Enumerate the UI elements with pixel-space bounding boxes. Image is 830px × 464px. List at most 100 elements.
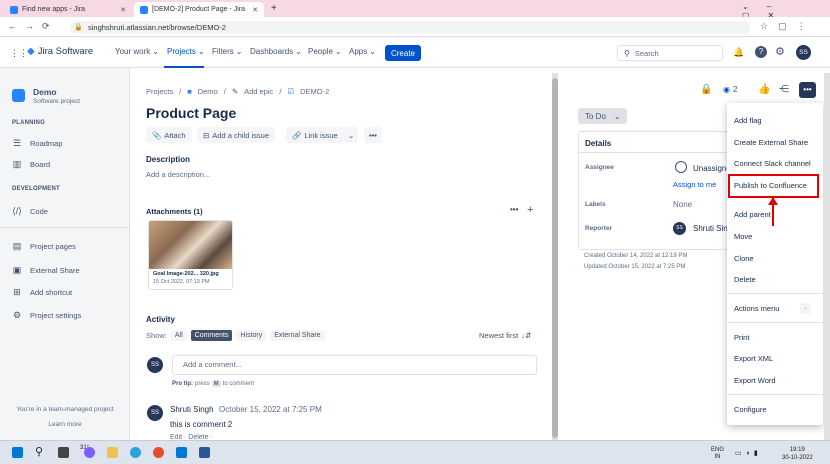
nav-arrows-icon[interactable]: ←→⟳ xyxy=(8,21,58,32)
menu-item-connect-slack[interactable]: Connect Slack channel xyxy=(734,159,811,168)
labels-value[interactable]: None xyxy=(673,200,692,209)
page-icon: ▤ xyxy=(12,241,22,251)
create-button[interactable]: Create xyxy=(385,45,421,61)
nav-label: Projects xyxy=(167,47,196,56)
comment-input[interactable]: Add a comment... xyxy=(172,355,537,375)
breadcrumb-issue-key[interactable]: DEMO-2 xyxy=(300,87,329,96)
mail-icon[interactable] xyxy=(176,447,187,458)
sidebar-item-add-shortcut[interactable]: ⊞ Add shortcut xyxy=(12,287,72,297)
assign-to-me-link[interactable]: Assign to me xyxy=(673,180,716,189)
chevron-down-icon: ⌄ xyxy=(295,47,302,56)
sidebar-item-board[interactable]: ▥ Board xyxy=(12,159,50,169)
add-attachment-icon[interactable]: + xyxy=(527,204,533,216)
search-input[interactable]: ⚲ Search xyxy=(617,45,723,61)
comment-date: October 15, 2022 at 7:25 PM xyxy=(219,405,322,414)
menu-item-configure[interactable]: Configure xyxy=(734,405,767,414)
new-tab-icon[interactable]: + xyxy=(271,3,277,14)
menu-item-export-xml[interactable]: Export XML xyxy=(734,354,773,363)
scrollbar-thumb[interactable] xyxy=(552,78,558,438)
filter-history[interactable]: History xyxy=(236,330,267,341)
pro-tip-suffix: to comment xyxy=(222,381,255,387)
edge-browser-icon[interactable] xyxy=(130,447,141,458)
search-icon[interactable]: ⚲ xyxy=(35,445,43,458)
breadcrumb-projects[interactable]: Projects xyxy=(146,87,173,96)
sidebar-item-roadmap[interactable]: ☰ Roadmap xyxy=(12,138,63,148)
notifications-icon[interactable]: 🔔 xyxy=(733,47,744,58)
attach-button[interactable]: 📎 Attach xyxy=(146,127,192,143)
browser-toolbar-icons[interactable]: ☆▢⋮ xyxy=(760,21,816,32)
input-language[interactable]: ENG IN xyxy=(711,447,724,461)
breadcrumb-add-epic[interactable]: Add epic xyxy=(244,87,273,96)
attachment-card[interactable]: Goal Image-202... 320.jpg 15 Oct 2022, 0… xyxy=(148,220,233,290)
task-view-icon[interactable] xyxy=(58,447,69,458)
menu-item-add-parent[interactable]: Add parent xyxy=(734,210,771,219)
menu-item-publish-to-confluence[interactable]: Publish to Confluence xyxy=(734,181,807,190)
menu-item-create-external-share[interactable]: Create External Share xyxy=(734,138,808,147)
gear-icon: ⚙ xyxy=(12,310,22,320)
chat-icon[interactable] xyxy=(84,447,95,458)
browser-tab[interactable]: Find new apps - Jira ✕ xyxy=(4,2,132,17)
menu-item-print[interactable]: Print xyxy=(734,333,749,342)
description-input[interactable]: Add a description... xyxy=(146,170,210,179)
menu-item-move[interactable]: Move xyxy=(734,232,752,241)
chrome-browser-icon[interactable] xyxy=(153,447,164,458)
system-tray-icons[interactable]: ▭◖▮ xyxy=(735,449,762,457)
menu-item-delete[interactable]: Delete xyxy=(734,275,756,284)
sidebar-item-project-pages[interactable]: ▤ Project pages xyxy=(12,241,76,251)
clock[interactable]: 19:19 30-10-2022 xyxy=(782,446,813,462)
windows-start-icon[interactable] xyxy=(12,447,23,458)
attachments-more-icon[interactable]: ••• xyxy=(510,205,518,214)
menu-item-actions-menu[interactable]: Actions menu xyxy=(734,304,779,313)
nav-people[interactable]: People ⌄ xyxy=(308,47,342,56)
add-child-issue-button[interactable]: ⊟ Add a child issue xyxy=(197,127,275,143)
nav-filters[interactable]: Filters ⌄ xyxy=(212,47,242,56)
logo-text: Jira Software xyxy=(37,46,94,57)
reporter-value[interactable]: Shruti Singh xyxy=(693,224,728,233)
menu-item-clone[interactable]: Clone xyxy=(734,254,754,263)
link-issue-dropdown[interactable]: ⌄ xyxy=(344,127,359,143)
comment-author[interactable]: Shruti Singh xyxy=(170,405,214,414)
watch-count: 2 xyxy=(732,85,738,94)
menu-item-add-flag[interactable]: Add flag xyxy=(734,116,762,125)
details-heading[interactable]: Details xyxy=(585,139,611,148)
sidebar-item-project-settings[interactable]: ⚙ Project settings xyxy=(12,310,81,320)
sidebar-item-code[interactable]: ⟨/⟩ Code xyxy=(12,206,48,216)
close-icon[interactable]: ✕ xyxy=(252,6,258,14)
filter-all[interactable]: All xyxy=(170,330,187,341)
like-icon[interactable]: 👍 xyxy=(758,84,770,95)
active-nav-indicator xyxy=(164,66,204,68)
menu-item-export-word[interactable]: Export Word xyxy=(734,376,776,385)
button-label: Link issue xyxy=(304,130,338,140)
url-field[interactable]: singhshruti.atlassian.net/browse/DEMO-2 xyxy=(70,21,750,34)
more-actions-button[interactable]: ••• xyxy=(799,82,816,98)
word-icon[interactable] xyxy=(199,447,210,458)
jira-logo[interactable]: ◆ Jira Software xyxy=(27,46,93,57)
sidebar-item-external-share[interactable]: ▣ External Share xyxy=(12,265,80,275)
status-dropdown[interactable]: To Do ⌄ xyxy=(578,108,627,124)
settings-gear-icon[interactable]: ⚙ xyxy=(775,45,785,58)
lock-icon[interactable]: 🔒 xyxy=(700,84,712,95)
nav-projects[interactable]: Projects ⌄ xyxy=(167,47,205,56)
filter-external-share[interactable]: External Share xyxy=(270,330,325,341)
project-name[interactable]: Demo xyxy=(33,87,57,97)
sort-toggle[interactable]: Newest first ↓⇵ xyxy=(479,331,531,340)
breadcrumb-demo[interactable]: Demo xyxy=(198,87,218,96)
link-issue-button[interactable]: 🔗 Link issue xyxy=(286,127,344,143)
filter-comments[interactable]: Comments xyxy=(190,330,233,341)
learn-more-link[interactable]: Learn more xyxy=(0,421,130,428)
nav-your-work[interactable]: Your work ⌄ xyxy=(115,47,159,56)
nav-dashboards[interactable]: Dashboards ⌄ xyxy=(250,47,302,56)
issue-title[interactable]: Product Page xyxy=(146,105,236,121)
assignee-value[interactable]: Unassigned xyxy=(693,164,728,173)
browser-tab-active[interactable]: [DEMO-2] Product Page - Jira ✕ xyxy=(134,2,264,17)
share-icon[interactable]: ⋲ xyxy=(779,84,789,95)
watch-button[interactable]: ◉ 2 xyxy=(723,85,737,94)
nav-apps[interactable]: Apps ⌄ xyxy=(349,47,376,56)
file-explorer-icon[interactable] xyxy=(107,447,118,458)
close-icon[interactable]: ✕ xyxy=(120,6,126,14)
scrollbar-track[interactable] xyxy=(824,73,830,440)
help-icon[interactable]: ? xyxy=(755,46,767,58)
more-actions-icon[interactable]: ••• xyxy=(364,127,382,143)
app-switcher-icon[interactable]: ⋮⋮ xyxy=(10,48,28,59)
avatar[interactable]: SS xyxy=(796,45,811,60)
